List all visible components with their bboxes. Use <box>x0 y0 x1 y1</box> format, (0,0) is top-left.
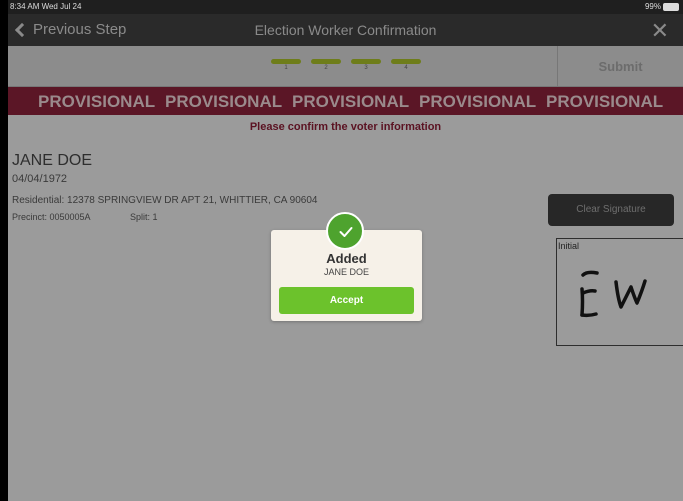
voter-precinct: Precinct: 0050005A <box>12 212 91 222</box>
app-screen: 8:34 AM Wed Jul 24 99% Previous Step Ele… <box>8 0 683 501</box>
provisional-label: PROVISIONAL <box>165 92 283 111</box>
provisional-label: PROVISIONAL <box>419 92 537 111</box>
step-number: 3 <box>364 65 368 71</box>
close-icon[interactable]: ✕ <box>651 18 669 44</box>
signature-pad[interactable]: Initial <box>556 238 683 346</box>
confirm-message: Please confirm the voter information <box>249 121 442 133</box>
clear-signature-button[interactable]: Clear Signature <box>548 194 674 226</box>
status-bar: 8:34 AM Wed Jul 24 99% <box>8 0 683 14</box>
step-number: 2 <box>324 65 328 71</box>
step-indicator-3: 3 <box>351 59 381 71</box>
provisional-banner: PROVISIONAL PROVISIONAL PROVISIONAL PROV… <box>8 87 683 115</box>
handwritten-initials <box>580 270 647 318</box>
submit-label: Submit <box>598 59 643 74</box>
step-bar <box>311 59 341 64</box>
provisional-label: PROVISIONAL <box>38 92 156 111</box>
dialog-title: Added <box>326 251 367 266</box>
provisional-label: PROVISIONAL <box>292 92 410 111</box>
voter-address: Residential: 12378 SPRINGVIEW DR APT 21,… <box>12 195 318 206</box>
step-indicator-2: 2 <box>311 59 341 71</box>
step-indicator-1: 1 <box>271 59 301 71</box>
previous-step-button[interactable]: Previous Step <box>14 21 126 38</box>
battery-percent: 99% <box>644 2 661 11</box>
step-number: 1 <box>284 65 288 71</box>
voter-name: JANE DOE <box>12 152 93 169</box>
step-bar <box>351 59 381 64</box>
voter-dob: 04/04/1972 <box>12 173 68 185</box>
step-bar <box>271 59 301 64</box>
status-time: 8:34 AM Wed Jul 24 <box>10 2 82 11</box>
provisional-label: PROVISIONAL <box>546 92 664 111</box>
nav-bar: Previous Step Election Worker Confirmati… <box>8 14 683 46</box>
check-icon <box>339 227 353 237</box>
step-progress: 1 2 3 4 <box>8 46 557 87</box>
check-badge <box>326 212 364 250</box>
added-dialog: Added JANE DOE Accept <box>271 212 422 321</box>
voter-split: Split: 1 <box>130 212 158 222</box>
previous-step-label: Previous Step <box>33 21 127 38</box>
step-number: 4 <box>404 65 408 71</box>
submit-button[interactable]: Submit <box>557 46 683 87</box>
chevron-left-icon <box>14 22 30 37</box>
step-bar <box>391 59 421 64</box>
accept-button[interactable]: Accept <box>279 287 414 314</box>
step-indicator-4: 4 <box>391 59 421 71</box>
battery-icon <box>663 3 679 11</box>
dialog-subtitle: JANE DOE <box>323 267 369 277</box>
